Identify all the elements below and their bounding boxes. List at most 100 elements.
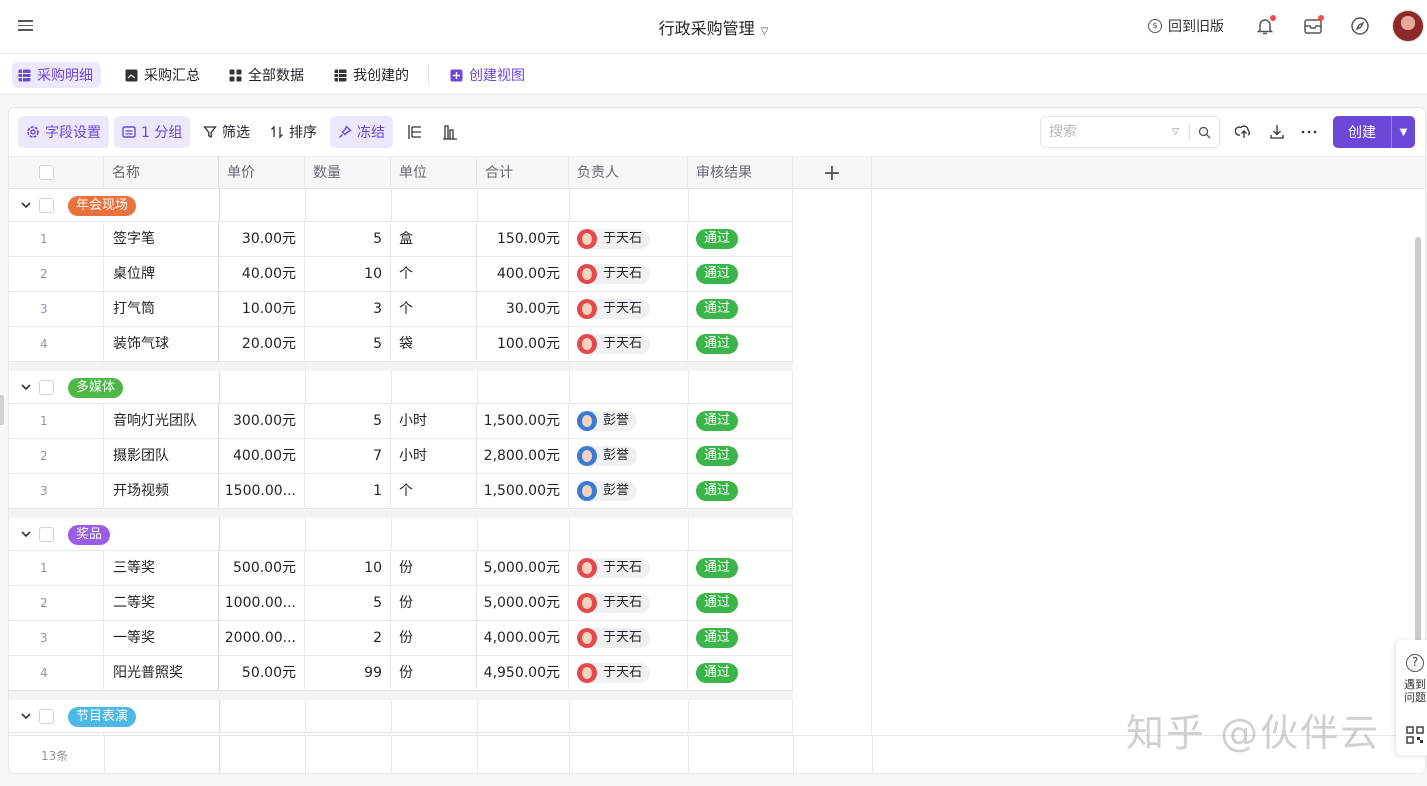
cell-price[interactable]: 10.00元 [219,292,305,326]
group-header-row[interactable]: 年会现场 [9,189,793,222]
column-header-review[interactable]: 审核结果 [688,157,793,189]
cell-review[interactable]: 通过 [688,222,793,256]
cell-name[interactable]: 签字笔 [104,222,219,256]
table-row[interactable]: 3 开场视频 1500.00... 1 个 1,500.00元 彭誉 通过 [9,474,793,509]
cell-qty[interactable]: 7 [305,439,391,473]
group-header-row[interactable]: 多媒体 [9,371,793,404]
qr-code-icon[interactable] [1406,726,1424,744]
cell-review[interactable]: 通过 [688,586,793,620]
cell-name[interactable]: 阳光普照奖 [104,656,219,690]
cell-unit[interactable]: 个 [391,292,477,326]
group-button[interactable]: 1 分组 [114,116,191,148]
cell-total[interactable]: 4,000.00元 [477,621,569,655]
inbox-icon[interactable] [1302,15,1324,37]
cell-qty[interactable]: 5 [305,327,391,361]
cell-owner[interactable]: 彭誉 [569,404,688,438]
cell-unit[interactable]: 小时 [391,439,477,473]
cell-unit[interactable]: 份 [391,656,477,690]
cell-owner[interactable]: 于天石 [569,656,688,690]
create-record-button[interactable]: 创建 ▼ [1333,116,1415,148]
row-height-icon[interactable] [406,123,424,141]
column-header-unit[interactable]: 单位 [391,157,477,189]
group-checkbox[interactable] [39,709,54,724]
cell-owner[interactable]: 于天石 [569,327,688,361]
chevron-down-icon[interactable] [20,528,32,540]
chevron-down-icon[interactable] [20,199,32,211]
download-icon[interactable] [1268,123,1286,141]
cell-review[interactable]: 通过 [688,621,793,655]
cell-qty[interactable]: 10 [305,551,391,585]
cell-name[interactable]: 开场视频 [104,474,219,508]
search-input[interactable] [1049,124,1173,140]
create-view-button[interactable]: 创建视图 [444,62,533,88]
search-icon[interactable] [1198,126,1211,139]
table-row[interactable]: 2 摄影团队 400.00元 7 小时 2,800.00元 彭誉 通过 [9,439,793,474]
cell-price[interactable]: 2000.00... [219,621,305,655]
cell-unit[interactable]: 袋 [391,327,477,361]
column-header-owner[interactable]: 负责人 [569,157,688,189]
table-row[interactable]: 1 三等奖 500.00元 10 份 5,000.00元 于天石 通过 [9,551,793,586]
cell-name[interactable]: 装饰气球 [104,327,219,361]
compass-icon[interactable] [1349,15,1371,37]
table-row[interactable]: 2 桌位牌 40.00元 10 个 400.00元 于天石 通过 [9,257,793,292]
tab-procurement-summary[interactable]: 采购汇总 [119,62,208,88]
cell-unit[interactable]: 盒 [391,222,477,256]
select-all-checkbox[interactable] [39,165,54,180]
cell-review[interactable]: 通过 [688,292,793,326]
cell-total[interactable]: 4,950.00元 [477,656,569,690]
cell-owner[interactable]: 彭誉 [569,474,688,508]
cell-name[interactable]: 三等奖 [104,551,219,585]
cell-review[interactable]: 通过 [688,327,793,361]
column-header-qty[interactable]: 数量 [305,157,391,189]
cell-total[interactable]: 2,800.00元 [477,439,569,473]
cell-price[interactable]: 1000.00... [219,586,305,620]
cell-price[interactable]: 30.00元 [219,222,305,256]
chevron-down-icon[interactable] [20,381,32,393]
cell-total[interactable]: 1,500.00元 [477,404,569,438]
cell-qty[interactable]: 5 [305,404,391,438]
cell-review[interactable]: 通过 [688,656,793,690]
cell-review[interactable]: 通过 [688,551,793,585]
table-row[interactable]: 1 音响灯光团队 300.00元 5 小时 1,500.00元 彭誉 通过 [9,404,793,439]
menu-icon[interactable] [18,17,38,37]
cell-owner[interactable]: 于天石 [569,551,688,585]
chevron-down-icon[interactable] [20,710,32,722]
cell-review[interactable]: 通过 [688,404,793,438]
stats-icon[interactable] [441,123,459,141]
filter-button[interactable]: 筛选 [195,116,258,148]
chevron-down-icon[interactable]: ▼ [1391,116,1415,148]
cell-price[interactable]: 500.00元 [219,551,305,585]
column-header-name[interactable]: 名称 [104,157,219,189]
column-header-total[interactable]: 合计 [477,157,569,189]
cell-name[interactable]: 打气筒 [104,292,219,326]
cell-unit[interactable]: 份 [391,551,477,585]
cell-qty[interactable]: 1 [305,474,391,508]
bell-icon[interactable] [1254,15,1276,37]
cell-name[interactable]: 摄影团队 [104,439,219,473]
group-checkbox[interactable] [39,198,54,213]
cell-price[interactable]: 300.00元 [219,404,305,438]
group-checkbox[interactable] [39,380,54,395]
cell-price[interactable]: 400.00元 [219,439,305,473]
cell-price[interactable]: 20.00元 [219,327,305,361]
side-panel-handle[interactable] [0,395,4,425]
app-title-text[interactable]: 行政采购管理 [659,19,755,38]
chevron-down-icon[interactable]: ▽ [1172,127,1179,137]
cell-unit[interactable]: 份 [391,586,477,620]
cell-qty[interactable]: 5 [305,586,391,620]
cell-qty[interactable]: 99 [305,656,391,690]
tab-created-by-me[interactable]: 我创建的 [328,62,417,88]
sort-button[interactable]: 排序 [262,116,325,148]
cell-name[interactable]: 二等奖 [104,586,219,620]
cell-review[interactable]: 通过 [688,439,793,473]
cell-qty[interactable]: 2 [305,621,391,655]
back-to-old-version-link[interactable]: $ 回到旧版 [1148,16,1224,36]
group-header-row[interactable]: 奖品 [9,518,793,551]
tab-procurement-detail[interactable]: 采购明细 [12,62,101,88]
cell-owner[interactable]: 于天石 [569,292,688,326]
add-column-button[interactable]: + [793,157,872,189]
cell-owner[interactable]: 于天石 [569,586,688,620]
cell-owner[interactable]: 彭誉 [569,439,688,473]
help-widget[interactable]: ? 遇到问题 [1396,640,1427,755]
table-row[interactable]: 1 签字笔 30.00元 5 盒 150.00元 于天石 通过 [9,222,793,257]
